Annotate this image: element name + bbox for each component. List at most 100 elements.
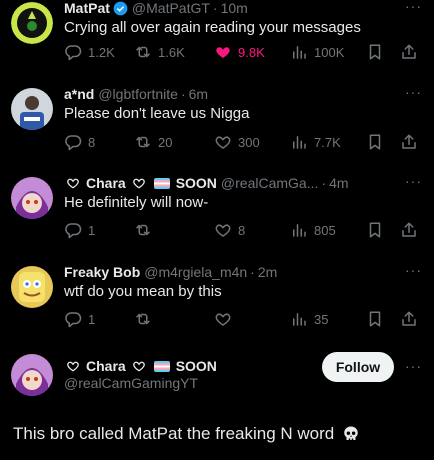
action-bar: 1.2K 1.6K 9.8K 100K: [64, 43, 420, 63]
avatar[interactable]: [11, 177, 53, 219]
share-icon: [400, 43, 418, 61]
bookmark-icon: [366, 221, 384, 239]
reply-icon: [64, 133, 82, 151]
retweet-count: 20: [158, 134, 173, 150]
display-name-suffix[interactable]: SOON: [176, 175, 217, 191]
retweet-icon: [134, 43, 152, 61]
timestamp[interactable]: 6m: [189, 86, 208, 102]
display-name-suffix[interactable]: SOON: [176, 358, 217, 374]
retweet-icon: [134, 221, 152, 239]
reply-icon: [64, 221, 82, 239]
retweet-button[interactable]: 1.6K: [134, 43, 185, 61]
views-icon: [290, 133, 308, 151]
like-button[interactable]: 8: [214, 221, 245, 239]
like-count: 300: [238, 134, 260, 150]
bookmark-button[interactable]: [366, 43, 390, 61]
views-button[interactable]: 7.7K: [290, 133, 341, 151]
reply-icon: [64, 43, 82, 61]
timestamp[interactable]: 2m: [258, 264, 277, 280]
more-icon[interactable]: ···: [405, 84, 422, 100]
avatar[interactable]: [11, 88, 53, 130]
more-icon[interactable]: ···: [405, 262, 422, 278]
reply-count: 1.2K: [88, 44, 115, 60]
tweet-text: Crying all over again reading your messa…: [64, 19, 361, 36]
action-bar: 1 8 805: [64, 221, 420, 241]
more-icon[interactable]: ···: [405, 173, 422, 189]
more-icon[interactable]: ···: [405, 0, 422, 14]
bookmark-button[interactable]: [366, 310, 390, 328]
reply-button[interactable]: 8: [64, 133, 95, 151]
bookmark-icon: [366, 133, 384, 151]
heart-emoji-icon: [66, 359, 80, 373]
timestamp[interactable]: 4m: [329, 175, 348, 191]
like-count: 8: [238, 222, 246, 238]
display-name[interactable]: MatPat: [64, 0, 110, 16]
retweet-button[interactable]: [134, 310, 158, 328]
views-button[interactable]: 35: [290, 310, 328, 328]
share-button[interactable]: [400, 310, 424, 328]
reply-count: 1: [88, 222, 96, 238]
like-count: 9.8K: [238, 44, 265, 60]
display-name[interactable]: Chara: [86, 358, 126, 374]
bookmark-icon: [366, 310, 384, 328]
like-button[interactable]: 300: [214, 133, 260, 151]
more-icon[interactable]: ···: [405, 358, 422, 374]
separator-dot: ·: [212, 0, 218, 16]
like-button[interactable]: 9.8K: [214, 43, 265, 61]
avatar[interactable]: [11, 266, 53, 308]
like-icon: [214, 221, 232, 239]
reply-button[interactable]: 1: [64, 310, 95, 328]
retweet-count: 1.6K: [158, 44, 185, 60]
retweet-icon: [134, 133, 152, 151]
handle[interactable]: @realCamGamingYT: [64, 375, 198, 391]
separator-dot: ·: [180, 86, 186, 102]
bookmark-button[interactable]: [366, 221, 390, 239]
handle[interactable]: @MatPatGT: [132, 0, 210, 16]
trans-flag-icon: [153, 177, 170, 189]
views-icon: [290, 43, 308, 61]
retweet-button[interactable]: [134, 221, 158, 239]
tweet-text: He definitely will now-: [64, 194, 209, 211]
handle[interactable]: @m4rgiela_m4n: [144, 264, 247, 280]
views-icon: [290, 221, 308, 239]
display-name[interactable]: Freaky Bob: [64, 264, 140, 280]
view-count: 35: [314, 311, 329, 327]
caption: This bro called MatPat the freaking N wo…: [13, 424, 360, 444]
caption-text: This bro called MatPat the freaking N wo…: [13, 424, 335, 443]
reply-count: 8: [88, 134, 96, 150]
views-button[interactable]: 100K: [290, 43, 344, 61]
handle[interactable]: @lgbtfortnite: [98, 86, 178, 102]
tweet-text: Please don't leave us Nigga: [64, 105, 250, 122]
share-button[interactable]: [400, 133, 424, 151]
avatar[interactable]: [11, 354, 53, 396]
follow-button[interactable]: Follow: [322, 352, 394, 382]
action-bar: 1 35: [64, 310, 420, 330]
share-icon: [400, 310, 418, 328]
action-bar: 8 20 300 7.7K: [64, 133, 420, 153]
retweet-icon: [134, 310, 152, 328]
reply-button[interactable]: 1.2K: [64, 43, 115, 61]
display-name[interactable]: Chara: [86, 175, 126, 191]
avatar[interactable]: [11, 2, 53, 44]
verified-icon: [113, 1, 128, 15]
timestamp[interactable]: 10m: [221, 0, 248, 16]
share-button[interactable]: [400, 221, 424, 239]
like-icon: [214, 310, 232, 328]
handle[interactable]: @realCamGa...: [221, 175, 318, 191]
like-button[interactable]: [214, 310, 238, 328]
retweet-button[interactable]: 20: [134, 133, 172, 151]
view-count: 7.7K: [314, 134, 341, 150]
views-icon: [290, 310, 308, 328]
display-name[interactable]: a*nd: [64, 86, 94, 102]
separator-dot: ·: [250, 264, 255, 280]
bookmark-icon: [366, 43, 384, 61]
view-count: 805: [314, 222, 336, 238]
reply-button[interactable]: 1: [64, 221, 95, 239]
share-button[interactable]: [400, 43, 424, 61]
trans-flag-icon: [153, 360, 170, 372]
bookmark-button[interactable]: [366, 133, 390, 151]
share-icon: [400, 221, 418, 239]
separator-dot: ·: [321, 175, 327, 191]
views-button[interactable]: 805: [290, 221, 336, 239]
skull-icon: [344, 426, 359, 440]
